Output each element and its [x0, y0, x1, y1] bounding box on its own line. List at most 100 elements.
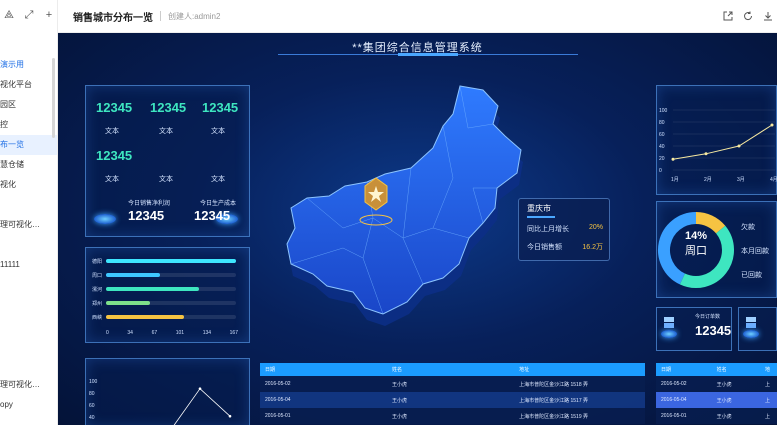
callout-underline [527, 216, 555, 218]
table-cell: 王小虎 [716, 413, 732, 420]
table-row[interactable]: 2016-05-01 王小虎 上海市普陀区金沙江路 1519 弄 [260, 408, 645, 424]
table-row[interactable]: 2016-05-01 王小虎 上 [656, 408, 777, 424]
plus-icon[interactable]: + [42, 8, 56, 22]
table-row[interactable]: 2016-05-04 王小虎 上 [656, 392, 777, 408]
x-tick-label: 4月 [770, 177, 777, 183]
bar-track [106, 301, 236, 305]
column-header[interactable]: 日期 [260, 366, 387, 373]
sidebar-item[interactable]: 视化平台 [0, 75, 57, 95]
y-tick-label: 40 [659, 144, 665, 150]
sidebar-menu: 演示用 视化平台 园区控布一览 慧仓储 视化 理可视化… 11111 理可视化… opy [0, 55, 57, 415]
header-actions [722, 10, 773, 21]
callout-sales-value: 16.2万 [582, 244, 603, 251]
callout-growth-value: 20% [588, 224, 603, 231]
sidebar-item[interactable]: 慧仓储 [0, 155, 57, 175]
sidebar-item[interactable]: 布一览 [0, 135, 57, 155]
bar-label: 德阳 [92, 258, 103, 265]
sidebar-item[interactable]: 控 [0, 115, 57, 135]
sidebar-item[interactable]: 11111 [0, 255, 57, 275]
table-header: 日期 姓名地 [656, 363, 777, 376]
line-chart-panel-right: 100 80 60 40 20 0 1月 2月 3月 4月 [656, 85, 777, 195]
column-header[interactable]: 姓名 [387, 366, 514, 373]
donut-legend-item: 已回款 [741, 272, 762, 279]
bar-tick-label: 34 [127, 330, 133, 336]
sidebar-item[interactable]: 视化 [0, 175, 57, 195]
sidebar-item[interactable]: 演示用 [0, 55, 57, 75]
sidebar-item[interactable] [0, 195, 57, 215]
sidebar-item[interactable] [0, 355, 57, 375]
y-tick-label: 20 [659, 156, 665, 162]
region-map[interactable] [283, 78, 523, 338]
data-point [737, 144, 741, 148]
header-divider [160, 11, 161, 21]
table-cell: 上海市普陀区金沙江路 1518 弄 [519, 381, 588, 388]
sidebar-item[interactable] [0, 335, 57, 355]
bar [106, 301, 151, 305]
table-cell: 上海市普陀区金沙江路 1519 弄 [519, 413, 588, 420]
column-header[interactable]: 地址 [514, 366, 645, 373]
callout-sales-label: 今日销售额 [527, 244, 562, 251]
donut-center: 14% 周口 [676, 230, 716, 258]
column-header[interactable]: 姓名 [712, 366, 760, 373]
map-region[interactable] [286, 85, 522, 315]
table-cell: 王小虎 [716, 381, 732, 388]
column-header[interactable]: 日期 [656, 366, 712, 373]
stat-label: 文本 [211, 128, 225, 135]
sidebar-item[interactable]: opy [0, 395, 57, 415]
bar-tick-label: 67 [151, 330, 158, 336]
share-icon[interactable]: ⟁ [2, 8, 16, 22]
stat-label: 文本 [211, 176, 225, 183]
sidebar: ⟁ ⤢ + 演示用 视化平台 园区控布一览 慧仓储 视化 理可视化… 11111 理可视化… o… [0, 0, 58, 425]
y-tick-label: 80 [659, 120, 665, 126]
sidebar-item[interactable]: 理可视化… [0, 215, 57, 235]
table-cell: 上 [765, 381, 771, 388]
profit-value: 12345 [128, 208, 165, 223]
server-icon [664, 317, 674, 328]
page-title: 销售城市分布一览 [73, 12, 153, 24]
column-header[interactable]: 地 [760, 366, 777, 373]
sidebar-item[interactable]: 园区 [0, 95, 57, 115]
orders-disc-icon [661, 330, 677, 338]
bar-row: 郑州 [92, 298, 236, 308]
bar-row: 德阳 [92, 256, 236, 266]
fullscreen-icon[interactable]: ⤢ [22, 8, 36, 22]
bar-track [106, 259, 236, 263]
y-tick-label: 60 [89, 403, 95, 409]
sidebar-toolbar: ⟁ ⤢ + [0, 0, 57, 30]
creator-label: 创建人:admin2 [168, 11, 221, 21]
donut-legend-item: 欠款 [741, 224, 755, 231]
refresh-icon[interactable] [742, 10, 753, 21]
sidebar-scrollbar[interactable] [52, 58, 55, 138]
cost-label: 今日生产成本 [200, 201, 237, 207]
data-table-main: 日期 姓名 地址 2016-05-02 王小虎 上海市普陀区金沙江路 1518 弄 2016… [260, 363, 645, 424]
bar-tick-label: 101 [175, 330, 185, 336]
table-cell: 2016-05-02 [265, 381, 291, 387]
bar-chart-panel: 0 34 67 101 134 167 德阳 周口 漯河 郑州 西峡 [85, 247, 250, 343]
sidebar-item[interactable] [0, 275, 57, 295]
bar-label: 漯河 [92, 286, 103, 293]
sidebar-item[interactable] [0, 235, 57, 255]
sidebar-item[interactable] [0, 315, 57, 335]
bar [106, 259, 236, 263]
table-header: 日期 姓名 地址 [260, 363, 645, 376]
callout-growth-label: 同比上月增长 [527, 226, 569, 233]
donut-percent: 14% [684, 230, 708, 242]
bar-label: 西峡 [92, 314, 103, 321]
sidebar-item[interactable] [0, 295, 57, 315]
y-tick-label: 40 [89, 415, 95, 421]
download-icon[interactable] [762, 10, 773, 21]
series-line [672, 124, 773, 160]
table-row[interactable]: 2016-05-04 王小虎 上海市普陀区金沙江路 1517 弄 [260, 392, 645, 408]
bar-label: 郑州 [92, 300, 103, 307]
app-window: ⟁ ⤢ + 演示用 视化平台 园区控布一览 慧仓储 视化 理可视化… 11111 理可视化… o… [0, 0, 777, 425]
bar-tick-label: 0 [106, 330, 109, 336]
sidebar-item[interactable]: 理可视化… [0, 375, 57, 395]
line-chart-right: 100 80 60 40 20 0 1月 2月 3月 4月 [659, 108, 777, 183]
table-cell: 上海市普陀区金沙江路 1517 弄 [519, 397, 588, 404]
data-point [671, 157, 675, 161]
bar-track [106, 273, 236, 277]
table-row[interactable]: 2016-05-02 王小虎 上海市普陀区金沙江路 1518 弄 [260, 376, 645, 392]
stat-label: 文本 [105, 176, 119, 183]
table-row[interactable]: 2016-05-02 王小虎 上 [656, 376, 777, 392]
open-external-icon[interactable] [722, 10, 733, 21]
